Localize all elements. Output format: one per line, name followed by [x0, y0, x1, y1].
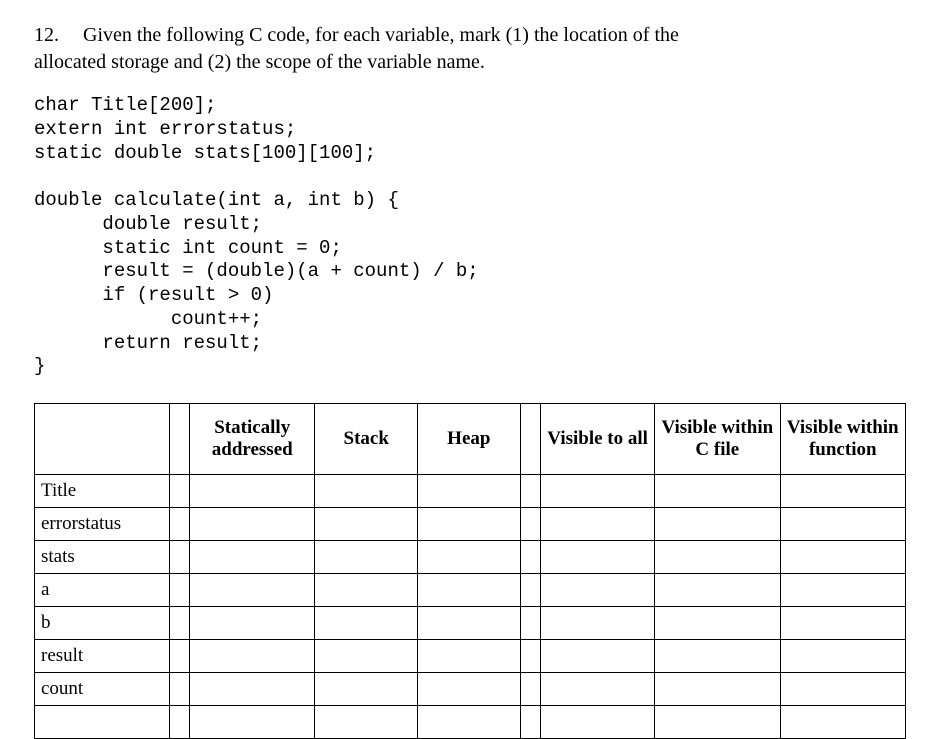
cell[interactable]: [520, 541, 541, 574]
row-label: a: [35, 574, 170, 607]
cell[interactable]: [315, 607, 418, 640]
cell[interactable]: [780, 640, 905, 673]
cell[interactable]: [520, 574, 541, 607]
header-vis-fn: Visible within function: [780, 404, 905, 475]
cell[interactable]: [418, 640, 521, 673]
cell[interactable]: [541, 541, 655, 574]
cell[interactable]: [780, 607, 905, 640]
cell[interactable]: [190, 640, 315, 673]
cell[interactable]: [520, 640, 541, 673]
cell[interactable]: [780, 541, 905, 574]
row-label: errorstatus: [35, 508, 170, 541]
cell[interactable]: [169, 475, 190, 508]
cell[interactable]: [541, 475, 655, 508]
cell[interactable]: [655, 673, 780, 706]
cell[interactable]: [169, 508, 190, 541]
cell[interactable]: [780, 673, 905, 706]
cell[interactable]: [315, 508, 418, 541]
row-label: result: [35, 640, 170, 673]
page: 12. Given the following C code, for each…: [0, 0, 940, 728]
cell[interactable]: [780, 508, 905, 541]
cell[interactable]: [541, 706, 655, 739]
header-heap: Heap: [418, 404, 521, 475]
table-row: errorstatus: [35, 508, 906, 541]
cell[interactable]: [315, 673, 418, 706]
table-row: a: [35, 574, 906, 607]
header-blank3: [520, 404, 541, 475]
cell[interactable]: [541, 574, 655, 607]
cell[interactable]: [190, 574, 315, 607]
cell[interactable]: [190, 541, 315, 574]
cell[interactable]: [655, 640, 780, 673]
question-text-line1: Given the following C code, for each var…: [83, 24, 679, 46]
cell[interactable]: [418, 574, 521, 607]
row-label: [35, 706, 170, 739]
cell[interactable]: [655, 574, 780, 607]
header-vis-all: Visible to all: [541, 404, 655, 475]
cell[interactable]: [169, 706, 190, 739]
question-number: 12.: [34, 22, 78, 49]
cell[interactable]: [418, 541, 521, 574]
table-row: count: [35, 673, 906, 706]
row-label: Title: [35, 475, 170, 508]
header-blank2: [169, 404, 190, 475]
code-block: char Title[200]; extern int errorstatus;…: [34, 94, 906, 379]
cell[interactable]: [315, 475, 418, 508]
table-row: b: [35, 607, 906, 640]
table-row: result: [35, 640, 906, 673]
answer-table: Statically addressed Stack Heap Visible …: [34, 403, 906, 739]
row-label: stats: [35, 541, 170, 574]
cell[interactable]: [315, 640, 418, 673]
cell[interactable]: [190, 607, 315, 640]
cell[interactable]: [655, 607, 780, 640]
cell[interactable]: [190, 706, 315, 739]
cell[interactable]: [190, 508, 315, 541]
cell[interactable]: [520, 508, 541, 541]
row-label: count: [35, 673, 170, 706]
cell[interactable]: [169, 607, 190, 640]
table-body: Title errorstatus: [35, 475, 906, 739]
header-stack: Stack: [315, 404, 418, 475]
cell[interactable]: [520, 673, 541, 706]
cell[interactable]: [418, 475, 521, 508]
table-row: stats: [35, 541, 906, 574]
cell[interactable]: [418, 607, 521, 640]
cell[interactable]: [169, 640, 190, 673]
cell[interactable]: [655, 706, 780, 739]
cell[interactable]: [780, 475, 905, 508]
table-row: [35, 706, 906, 739]
cell[interactable]: [520, 706, 541, 739]
cell[interactable]: [315, 574, 418, 607]
header-static: Statically addressed: [190, 404, 315, 475]
cell[interactable]: [169, 574, 190, 607]
cell[interactable]: [541, 508, 655, 541]
cell[interactable]: [418, 673, 521, 706]
cell[interactable]: [520, 475, 541, 508]
cell[interactable]: [169, 541, 190, 574]
cell[interactable]: [541, 607, 655, 640]
cell[interactable]: [520, 607, 541, 640]
cell[interactable]: [780, 706, 905, 739]
question-text-line2: allocated storage and (2) the scope of t…: [34, 51, 485, 73]
header-vis-file: Visible within C file: [655, 404, 780, 475]
header-blank1: [35, 404, 170, 475]
cell[interactable]: [315, 541, 418, 574]
cell[interactable]: [655, 475, 780, 508]
question-prompt: 12. Given the following C code, for each…: [34, 22, 906, 76]
table-header-row: Statically addressed Stack Heap Visible …: [35, 404, 906, 475]
row-label: b: [35, 607, 170, 640]
cell[interactable]: [190, 673, 315, 706]
cell[interactable]: [655, 541, 780, 574]
cell[interactable]: [190, 475, 315, 508]
cell[interactable]: [780, 574, 905, 607]
cell[interactable]: [655, 508, 780, 541]
cell[interactable]: [418, 508, 521, 541]
cell[interactable]: [418, 706, 521, 739]
cell[interactable]: [541, 640, 655, 673]
cell[interactable]: [315, 706, 418, 739]
cell[interactable]: [169, 673, 190, 706]
cell[interactable]: [541, 673, 655, 706]
table-row: Title: [35, 475, 906, 508]
